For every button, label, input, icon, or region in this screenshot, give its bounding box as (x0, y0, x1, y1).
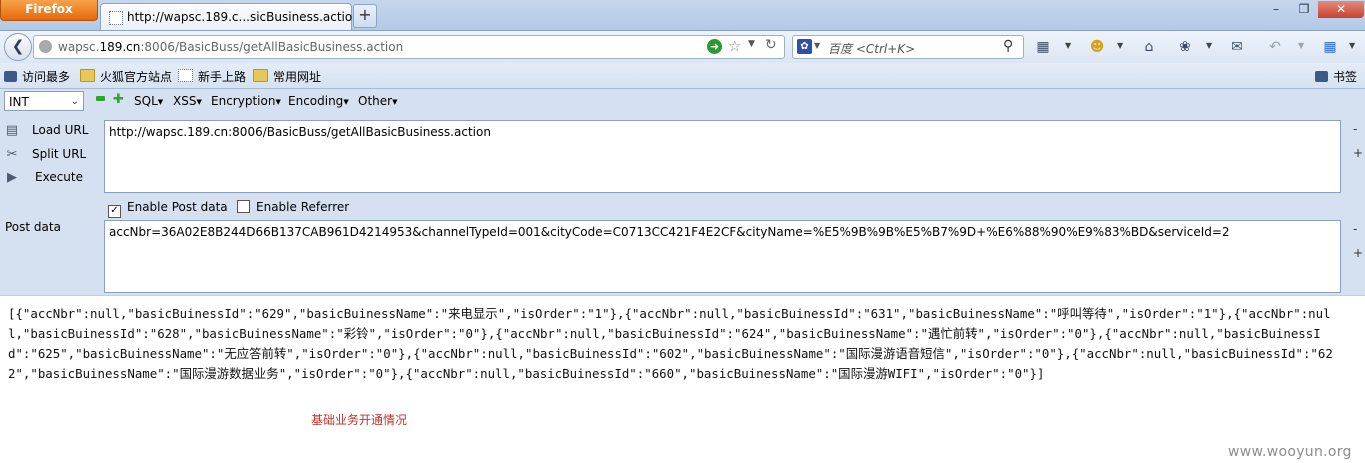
empty-checkbox-icon (237, 200, 250, 213)
maximize-button[interactable]: ❐ (1290, 1, 1318, 18)
page-icon (109, 11, 123, 25)
expand-post-box-button[interactable]: + (1353, 246, 1363, 260)
minimize-button[interactable]: – (1262, 1, 1290, 18)
addon-dropdown-icon[interactable]: ▼ (1117, 41, 1123, 50)
addon-face-icon[interactable]: ☻ (1088, 38, 1106, 56)
folder-icon (80, 69, 95, 82)
go-arrow-icon[interactable]: ➜ (707, 39, 722, 54)
url-history-dropdown-icon[interactable]: ▼ (748, 39, 755, 49)
browser-tab[interactable]: http://wapsc.189.c...sicBusiness.action (100, 3, 360, 31)
increase-icon[interactable]: ✚ (113, 92, 124, 107)
navigation-bar: ❮ wapsc.189.cn:8006/BasicBuss/getAllBasi… (0, 30, 1365, 64)
enable-referrer-checkbox[interactable]: Enable Referrer (237, 200, 349, 214)
page-content: [{"accNbr":null,"basicBuinessId":"629","… (0, 295, 1365, 463)
screenshot-icon[interactable]: ▦ (1034, 38, 1052, 56)
screenshot-dropdown-icon[interactable]: ▼ (1065, 41, 1071, 50)
annotation-note: 基础业务开通情况 (311, 413, 408, 427)
chevron-down-icon: ⌄ (70, 96, 79, 107)
bookmark-getting-started[interactable]: 新手上路 (178, 68, 246, 85)
bookmarks-icon (1315, 71, 1328, 82)
menu-encoding[interactable]: Encoding▼ (288, 94, 349, 108)
shrink-url-box-button[interactable]: - (1353, 122, 1357, 136)
undo-icon[interactable]: ↶ (1266, 38, 1284, 56)
bookmark-star-icon[interactable]: ☆ (728, 37, 741, 55)
url-textarea[interactable]: http://wapsc.189.cn:8006/BasicBuss/getAl… (104, 120, 1341, 193)
reload-icon[interactable]: ↻ (765, 37, 777, 53)
title-bar: Firefox http://wapsc.189.c...sicBusiness… (0, 0, 1365, 31)
url-text[interactable]: wapsc.189.cn:8006/BasicBuss/getAllBasicB… (58, 40, 403, 54)
shrink-post-box-button[interactable]: - (1353, 222, 1357, 236)
checkmark-icon: ✓ (108, 205, 121, 218)
type-select[interactable]: INT ⌄ (4, 91, 84, 111)
play-icon: ▶ (7, 170, 17, 185)
tab-title: http://wapsc.189.c...sicBusiness.action (127, 10, 360, 24)
expand-url-box-button[interactable]: + (1353, 146, 1363, 160)
post-data-label: Post data (5, 220, 61, 234)
site-identity-icon[interactable] (39, 40, 52, 53)
firefox-menu-button[interactable]: Firefox (0, 0, 98, 21)
home-icon[interactable]: ⌂ (1140, 38, 1158, 56)
scissors-icon: ✂ (6, 147, 18, 162)
post-data-textarea[interactable]: accNbr=36A02E8B244D66B137CAB961D4214953&… (104, 220, 1341, 293)
menu-sql[interactable]: SQL▼ (134, 94, 163, 108)
menu-dropdown-icon[interactable]: ▼ (1349, 41, 1355, 50)
split-url-button[interactable]: ✂ Split URL (4, 146, 99, 166)
load-url-icon: ▤ (5, 123, 19, 138)
folder-icon (253, 69, 268, 82)
back-icon[interactable]: ❮ (4, 33, 32, 61)
bookmark-most-visited[interactable]: 访问最多 (4, 68, 70, 85)
engine-dropdown-icon[interactable]: ▼ (814, 41, 820, 50)
bookmark-firefox-official[interactable]: 火狐官方站点 (80, 68, 172, 85)
baidu-engine-icon[interactable]: ✿ (797, 39, 812, 54)
bookmarks-toolbar: 访问最多 火狐官方站点 新手上路 常用网址 书签 (0, 63, 1365, 89)
hackbar-panel: INT ⌄ ✚ SQL▼ XSS▼ Encryption▼ Encoding▼ … (0, 89, 1365, 295)
watermark: www.wooyun.org (1228, 444, 1352, 460)
json-response: [{"accNbr":null,"basicBuinessId":"629","… (8, 306, 1333, 381)
windows-grid-icon[interactable]: ▦ (1321, 38, 1339, 56)
bookmarks-menu-button[interactable]: 书签 (1315, 68, 1357, 85)
most-visited-icon (4, 71, 17, 82)
close-button[interactable]: ✕ (1318, 1, 1364, 18)
execute-button[interactable]: ▶ Execute (4, 169, 99, 189)
menu-other[interactable]: Other▼ (358, 94, 397, 108)
url-bar[interactable]: wapsc.189.cn:8006/BasicBuss/getAllBasicB… (33, 35, 785, 59)
search-bar[interactable]: ✿ ▼ 百度 <Ctrl+K> ⚲ (792, 35, 1024, 59)
bookmark-common-sites[interactable]: 常用网址 (253, 68, 321, 85)
menu-xss[interactable]: XSS▼ (173, 94, 202, 108)
bug-icon[interactable]: ❀ (1176, 38, 1194, 56)
menu-encryption[interactable]: Encryption▼ (211, 94, 281, 108)
decrease-icon[interactable] (96, 96, 105, 101)
mail-icon[interactable]: ✉ (1228, 38, 1246, 56)
undo-dropdown-icon[interactable]: ▼ (1298, 41, 1304, 50)
enable-post-checkbox[interactable]: ✓ Enable Post data (108, 200, 228, 218)
new-tab-button[interactable]: + (353, 4, 377, 28)
load-url-button[interactable]: ▤ Load URL (4, 122, 99, 142)
page-icon (178, 69, 193, 82)
bug-dropdown-icon[interactable]: ▼ (1206, 41, 1212, 50)
search-input[interactable]: 百度 <Ctrl+K> (828, 40, 915, 57)
search-icon[interactable]: ⚲ (1003, 38, 1013, 54)
